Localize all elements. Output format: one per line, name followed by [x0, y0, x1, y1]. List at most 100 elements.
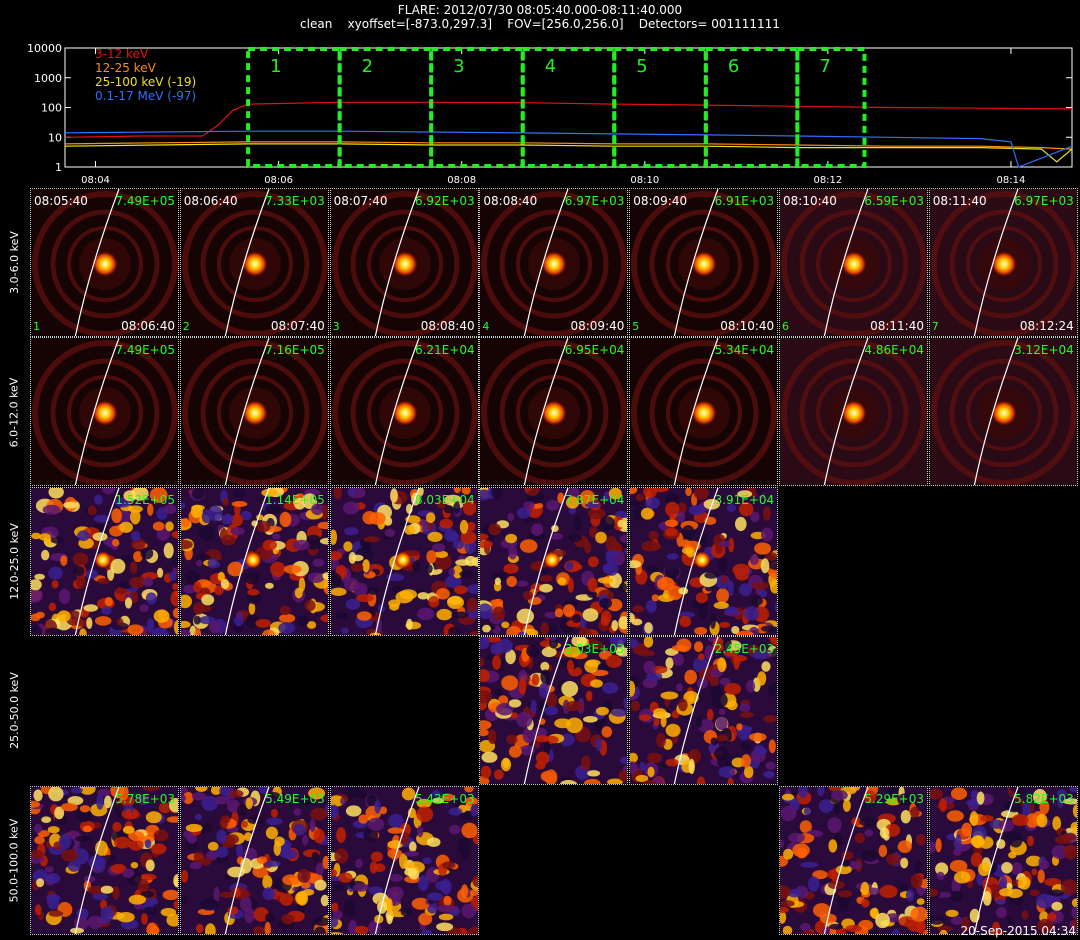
image-panel: 6.21E+04	[329, 337, 479, 487]
image-panel: 7.33E+03 08:06:40 08:07:40 2	[179, 188, 329, 337]
image-panel: 7.49E+05 08:05:40 08:06:40 1	[30, 188, 179, 337]
panel-image	[630, 189, 778, 336]
panel-max-value: 3.03E+03	[564, 642, 625, 657]
panel-start-time: 08:06:40	[183, 194, 238, 208]
panel-image	[330, 786, 478, 934]
panel-max-value: 6.59E+03	[864, 194, 924, 208]
interval-box	[612, 47, 708, 168]
timestamp: 20-Sep-2015 04:34	[960, 924, 1076, 938]
panel-image	[330, 189, 478, 336]
panel-end-time: 08:12:24	[1019, 319, 1074, 333]
interval-label: 5	[636, 56, 647, 77]
panel-max-value: 5.82E+03	[1014, 791, 1074, 806]
panel-max-value: 5.49E+03	[265, 791, 325, 806]
panel-image	[31, 786, 178, 934]
panel-image	[330, 487, 478, 635]
x-tick-label: 08:10	[630, 175, 659, 186]
legend-entry: 3-12 keV	[95, 47, 149, 61]
x-tick-label: 08:04	[81, 175, 110, 186]
panel-start-time: 08:11:40	[932, 194, 987, 208]
panel-image	[180, 487, 328, 635]
interval-box	[703, 47, 800, 168]
energy-row-label: 50.0-100.0 keV	[7, 818, 21, 903]
image-panel: 7.49E+05	[30, 337, 179, 487]
x-tick-label: 08:06	[264, 175, 293, 186]
panel-image	[31, 189, 178, 336]
image-panel: 5.82E+03	[928, 785, 1078, 935]
panel-image	[929, 786, 1077, 934]
energy-row-label: 25.0-50.0 keV	[7, 672, 21, 750]
panel-image	[630, 338, 778, 486]
image-panel: 5.34E+04	[629, 337, 779, 487]
panel-image	[31, 487, 178, 635]
image-grid: 3.0-6.0 keV 7.49E+05 08:05:40 08:06:40 1 7.33…	[0, 188, 1080, 940]
image-panel: 3.12E+04	[928, 337, 1078, 487]
lightcurve-chart: 1 10 100 1000 10000 08:04 08:06 08:08 08:10 08:12…	[27, 42, 1073, 186]
image-panel: 6.91E+03 08:09:40 08:10:40 5	[629, 188, 779, 337]
energy-row-label: 6.0-12.0 keV	[7, 377, 21, 447]
interval-box	[520, 47, 617, 168]
panel-image	[180, 338, 328, 486]
image-panel: 5.29E+03	[779, 785, 928, 935]
interval-box	[246, 47, 342, 168]
image-panel: 8.03E+04	[329, 486, 479, 636]
legend-entry: 25-100 keV (-19)	[95, 75, 196, 89]
panel-image	[780, 338, 927, 486]
legend-entry: 0.1-17 MeV (-97)	[95, 89, 196, 103]
panel-max-value: 6.97E+03	[1014, 194, 1074, 208]
series-line	[64, 130, 1073, 168]
image-panel: 5.78E+03	[30, 785, 179, 935]
image-panel: 6.97E+03 08:11:40 08:12:24 7	[928, 188, 1078, 337]
panel-image	[929, 338, 1077, 486]
panel-image	[630, 637, 778, 785]
panel-max-value: 6.21E+04	[414, 343, 475, 358]
panel-index: 3	[332, 320, 340, 333]
image-panel: 6.92E+03 08:07:40 08:08:40 3	[329, 188, 479, 337]
panel-max-value: 2.45E+03	[714, 642, 775, 657]
energy-row-label: 3.0-6.0 keV	[7, 231, 21, 295]
interval-label: 4	[545, 56, 556, 77]
interval-label: 7	[819, 56, 830, 77]
legend-entry: 12-25 keV	[95, 61, 157, 75]
y-tick-label: 10	[48, 131, 62, 144]
panel-index: 6	[782, 320, 789, 333]
image-panel: 1.52E+05	[30, 486, 179, 636]
panel-max-value: 4.86E+04	[864, 343, 924, 358]
panel-index: 7	[931, 320, 939, 333]
panel-max-value: 8.03E+04	[414, 492, 475, 507]
energy-row-label: 12.0-25.0 keV	[7, 523, 21, 600]
panel-max-value: 6.97E+03	[564, 194, 625, 208]
y-tick-label: 10000	[27, 42, 62, 55]
x-tick-label: 08:08	[447, 175, 476, 186]
panel-index: 5	[632, 320, 640, 333]
panel-start-time: 08:07:40	[333, 194, 388, 208]
panel-end-time: 08:09:40	[570, 319, 625, 333]
panel-end-time: 08:07:40	[270, 319, 325, 333]
image-panel: 7.16E+05	[179, 337, 329, 487]
panel-end-time: 08:10:40	[720, 319, 775, 333]
panel-max-value: 5.34E+04	[714, 343, 775, 358]
image-panel: 6.95E+04	[479, 337, 629, 487]
panel-image	[780, 786, 927, 934]
panel-end-time: 08:11:40	[870, 319, 924, 333]
panel-image	[480, 189, 628, 336]
panel-max-value: 7.49E+05	[115, 194, 175, 208]
panel-max-value: 7.49E+05	[115, 343, 175, 358]
panel-image	[630, 487, 778, 635]
plot-title: FLARE: 2012/07/30 08:05:40.000-08:11:40.…	[397, 3, 683, 17]
interval-label: 1	[270, 56, 281, 77]
panel-max-value: 1.14E+05	[265, 492, 325, 507]
panel-max-value: 6.95E+04	[564, 343, 625, 358]
panel-image	[330, 338, 478, 486]
image-panel: 7.87E+04	[479, 486, 629, 636]
panel-index: 1	[33, 320, 40, 333]
panel-start-time: 08:09:40	[633, 194, 688, 208]
panel-image	[480, 637, 628, 785]
image-panel: 1.14E+05	[179, 486, 329, 636]
y-tick-label: 1000	[34, 72, 62, 85]
image-panel: 6.59E+03 08:10:40 08:11:40 6	[779, 188, 928, 337]
panel-max-value: 1.52E+05	[115, 492, 175, 507]
panel-end-time: 08:06:40	[121, 319, 175, 333]
panel-index: 2	[182, 320, 190, 333]
image-panel: 3.91E+04	[629, 486, 779, 636]
